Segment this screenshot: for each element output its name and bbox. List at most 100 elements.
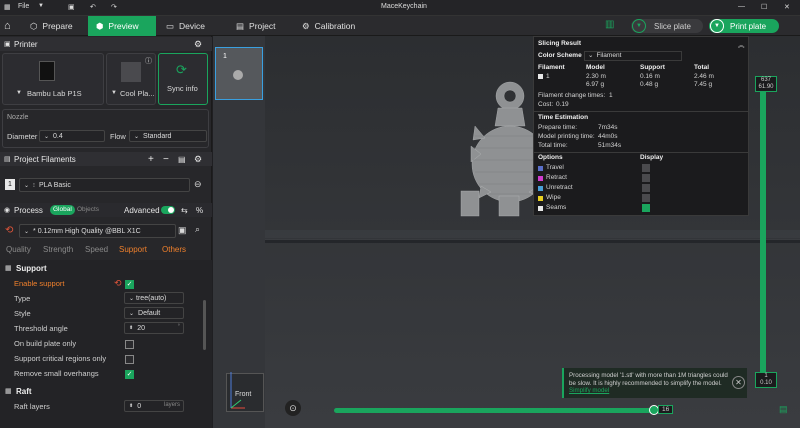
plate-thumbnail[interactable]: 1 [215,47,263,100]
reset-icon[interactable]: ⟲ [5,225,13,236]
raft-layers-input[interactable]: ⬍ 0 layers [124,400,184,412]
filament-number: 1 [546,73,550,80]
focus-camera-icon[interactable]: ⊙ [285,400,301,416]
print-plate-label: Print plate [730,21,767,31]
wipe-display-checkbox[interactable] [642,194,650,202]
gear-icon[interactable]: ⚙ [194,154,202,165]
add-icon[interactable]: + [148,154,154,165]
plate-name: Cool Pla... [120,89,155,98]
threshold-angle-input[interactable]: ⬍ 20 ° [124,322,184,334]
remove-overhangs-checkbox[interactable]: ✓ [125,370,134,379]
tab-calibration[interactable]: ⚙ Calibration [294,16,362,36]
simplify-model-link[interactable]: Simplify model [569,387,609,394]
main-tab-bar: ⌂ ⬡ Prepare ⬢ Preview ▭ Device ▤ Project… [0,16,800,36]
build-plate-only-checkbox[interactable] [125,340,134,349]
filament-select[interactable]: ⌄ ⁝ PLA Basic [19,178,190,192]
gcode-move-slider[interactable] [334,405,659,415]
thumbnail-model [233,70,243,80]
layer-slider[interactable] [760,86,766,386]
chevron-down-icon[interactable]: ▼ [632,19,646,33]
slicing-result-panel: Slicing Result ︽ Color Scheme ⌄ Filament … [533,36,749,216]
settings-scrollbar[interactable] [203,300,206,350]
close-icon[interactable]: ✕ [784,3,790,11]
option-retract: Retract [546,174,567,181]
style-select[interactable]: ⌄ Default [124,307,184,319]
slice-plate-label: Slice plate [654,21,691,31]
printer-card[interactable]: ▼ Bambu Lab P1S [2,53,104,105]
filaments-section-header: ▤ Project Filaments + − ▤ ⚙ [0,152,212,166]
cost-value: 0.19 [556,101,569,108]
tab-device[interactable]: ▭ Device [158,16,224,36]
compare-icon[interactable]: ⇆ [181,206,188,215]
chevron-down-icon[interactable]: ▼ [38,3,44,9]
plate-layout-icon[interactable]: ▥ [605,19,614,30]
global-toggle[interactable]: Global [50,205,75,215]
spin-arrows-icon[interactable]: ⬍ [129,403,133,409]
plate-type-card[interactable]: ⓘ ▼ Cool Pla... [106,53,156,105]
tab-quality[interactable]: Quality [6,245,31,254]
tab-strength[interactable]: Strength [43,245,73,254]
chevron-down-icon: ⌄ [24,182,30,189]
sync-info-button[interactable]: ⟳ Sync info [158,53,208,105]
axis-indicator [230,372,245,409]
slice-plate-button[interactable]: ▼ Slice plate [631,19,703,33]
section-title: Process [14,205,43,215]
save-preset-icon[interactable]: ▣ [178,225,187,236]
filament-manage-icon[interactable]: ▤ [178,155,186,164]
advanced-switch[interactable] [161,206,175,214]
close-icon[interactable]: ✕ [732,376,745,389]
nozzle-title: Nozzle [7,114,29,121]
gear-icon[interactable]: ⚙ [194,39,202,50]
chevron-down-icon: ⌄ [588,52,594,59]
diameter-select[interactable]: ⌄ 0.4 [39,130,105,142]
chevron-down-icon[interactable]: ▼ [710,19,724,33]
process-preset-select[interactable]: ⌄ * 0.12mm High Quality @BBL X1C [19,224,176,238]
unretract-display-checkbox[interactable] [642,184,650,192]
color-scheme-select[interactable]: ⌄ Filament [584,51,682,61]
tab-speed[interactable]: Speed [85,245,108,254]
travel-display-checkbox[interactable] [642,164,650,172]
save-icon[interactable]: ▣ [68,3,75,11]
layer-top-readout[interactable]: 637 61.90 [755,76,777,92]
minimize-icon[interactable]: — [738,3,745,10]
tab-support[interactable]: Support [119,245,147,254]
option-unretract: Unretract [546,184,573,191]
critical-regions-checkbox[interactable] [125,355,134,364]
filament-dots-icon: ⁝ [33,182,35,189]
tab-others[interactable]: Others [162,245,186,254]
raft-section-icon: ▦ [5,388,12,395]
layer-slider-menu-icon[interactable]: ▤ [779,404,788,415]
filament-index-badge[interactable]: 1 [5,179,15,190]
flow-select[interactable]: ⌄ Standard [129,130,207,142]
chevron-down-icon[interactable]: ▼ [111,90,117,96]
reset-icon[interactable]: ⟲ [114,278,122,289]
info-icon[interactable]: ⓘ [145,56,152,66]
search-icon[interactable]: ⌕ [195,224,200,235]
tab-project[interactable]: ▤ Project [228,16,292,36]
tab-preview[interactable]: ⬢ Preview [88,16,156,36]
seams-display-checkbox[interactable] [642,204,650,212]
layer-bottom-readout[interactable]: 1 0.10 [755,372,777,388]
process-section-header: ◉ Process Global Objects Advanced ⇆ % [0,203,212,217]
remove-icon[interactable]: − [163,154,169,165]
enable-support-checkbox[interactable]: ✓ [125,280,134,289]
undo-icon[interactable]: ↶ [90,3,96,11]
print-plate-button[interactable]: ▼ Print plate [709,19,779,33]
file-menu[interactable]: File [18,3,29,10]
objects-toggle[interactable]: Objects [77,205,99,215]
spin-arrows-icon[interactable]: ⬍ [129,325,133,331]
project-icon: ▤ [236,20,245,31]
type-select[interactable]: ⌄ tree(auto) [124,292,184,304]
percent-icon[interactable]: % [196,206,203,215]
maximize-icon[interactable]: ☐ [761,3,767,11]
process-tabs: Quality Strength Speed Support Others [0,243,212,257]
redo-icon[interactable]: ↷ [111,3,117,11]
retract-display-checkbox[interactable] [642,174,650,182]
support-title: Support [16,264,47,273]
filament-edit-icon[interactable]: ⊖ [194,179,202,190]
tab-prepare[interactable]: ⬡ Prepare [22,16,86,36]
home-button[interactable]: ⌂ [0,16,20,36]
chevron-down-icon[interactable]: ▼ [16,90,22,96]
divider [534,152,748,153]
collapse-icon[interactable]: ︽ [738,39,745,49]
